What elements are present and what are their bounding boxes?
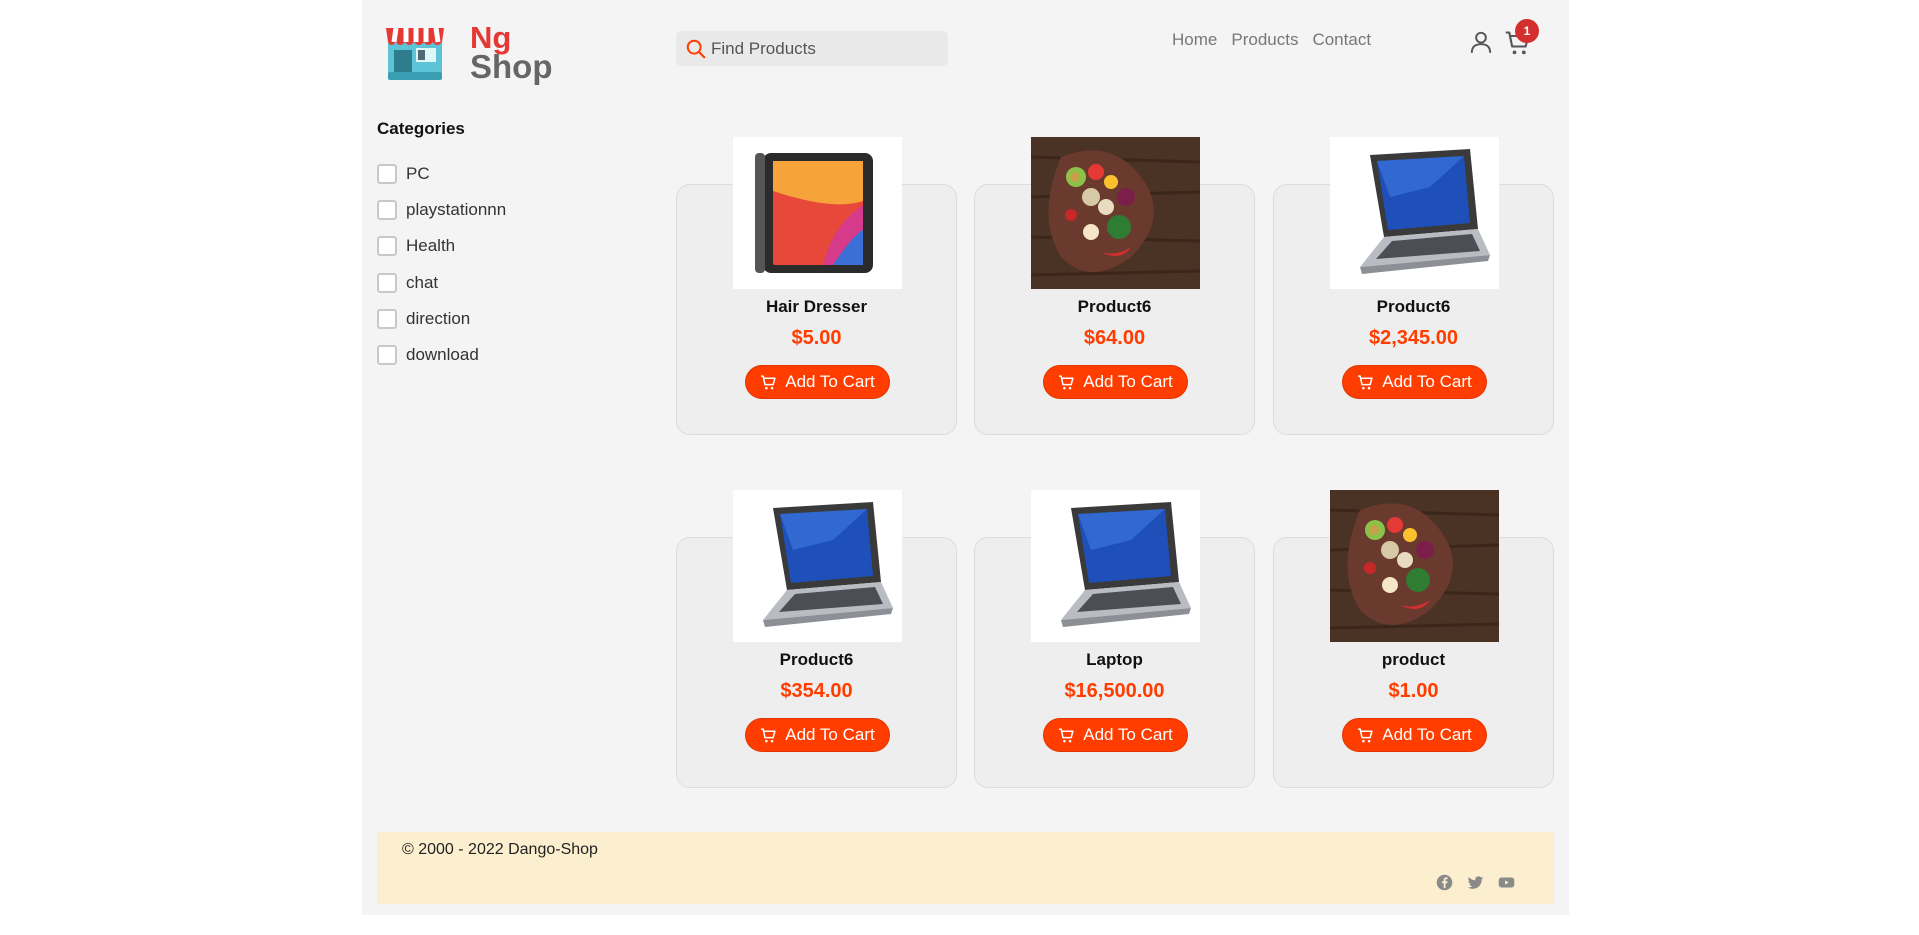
product-price: $16,500.00: [1064, 680, 1165, 702]
copyright-text: © 2000 - 2022 Dango-Shop: [402, 841, 598, 858]
main-nav: Home Products Contact: [1172, 30, 1371, 50]
category-checkbox[interactable]: [377, 308, 397, 329]
category-checkbox[interactable]: [377, 272, 397, 293]
laptop-image: [1061, 502, 1191, 627]
food-image: [1330, 490, 1499, 642]
tablet-image: [755, 153, 873, 273]
product-price: $2,345.00: [1369, 327, 1458, 349]
product-card[interactable]: Product6 $2,345.00 Add To Cart: [1273, 137, 1554, 435]
product-name: Product6: [779, 650, 854, 669]
category-label: chat: [406, 272, 439, 292]
product-card[interactable]: Product6 $354.00 Add To Cart: [676, 490, 957, 788]
search-icon[interactable]: [685, 38, 707, 60]
product-price: $5.00: [791, 327, 842, 349]
search-input[interactable]: [711, 38, 931, 59]
footer: © 2000 - 2022 Dango-Shop: [377, 832, 1554, 904]
add-to-cart-button[interactable]: Add To Cart: [1043, 365, 1188, 399]
facebook-icon[interactable]: [1436, 874, 1453, 891]
logo[interactable]: Ng Shop: [384, 18, 552, 86]
cart-icon: [1358, 374, 1373, 389]
add-to-cart-button[interactable]: Add To Cart: [1043, 718, 1188, 752]
nav-contact-link[interactable]: Contact: [1312, 30, 1371, 50]
product-name: Laptop: [1086, 650, 1143, 669]
product-image[interactable]: [733, 490, 902, 642]
cart-count-badge: 1: [1515, 19, 1539, 43]
add-to-cart-button[interactable]: Add To Cart: [745, 718, 890, 752]
category-list: PC playstationnn Health chat direction d…: [377, 156, 506, 373]
add-to-cart-button[interactable]: Add To Cart: [1342, 718, 1487, 752]
product-name: Product6: [1376, 297, 1451, 316]
product-image[interactable]: [1031, 490, 1200, 642]
category-item-health[interactable]: Health: [377, 228, 506, 264]
shop-logo-icon: [386, 27, 444, 80]
product-image[interactable]: [1330, 137, 1499, 289]
search-bar: [676, 31, 948, 66]
product-price: $1.00: [1388, 680, 1439, 702]
category-checkbox[interactable]: [377, 164, 397, 185]
page-container: Ng Shop Home Products Contact 1 Categori…: [362, 0, 1569, 915]
add-to-cart-label: Add To Cart: [1382, 725, 1472, 744]
add-to-cart-button[interactable]: Add To Cart: [745, 365, 890, 399]
add-to-cart-label: Add To Cart: [1083, 725, 1173, 744]
cart-icon: [1059, 374, 1074, 389]
category-checkbox[interactable]: [377, 236, 397, 257]
product-name: Hair Dresser: [765, 297, 868, 316]
logo-text-shop: Shop: [470, 48, 553, 85]
nav-products-link[interactable]: Products: [1231, 30, 1298, 50]
food-image: [1031, 137, 1200, 289]
category-item-pc[interactable]: PC: [377, 156, 506, 192]
add-to-cart-label: Add To Cart: [1382, 372, 1472, 391]
add-to-cart-label: Add To Cart: [785, 725, 875, 744]
nav-home-link[interactable]: Home: [1172, 30, 1217, 50]
product-image[interactable]: [1330, 490, 1499, 642]
add-to-cart-label: Add To Cart: [1083, 372, 1173, 391]
product-card[interactable]: Product6 $64.00 Add To Cart: [974, 137, 1255, 435]
cart-icon: [1059, 727, 1074, 742]
category-label: Health: [406, 236, 456, 256]
product-price: $64.00: [1083, 327, 1146, 349]
category-label: PC: [406, 164, 430, 184]
add-to-cart-button[interactable]: Add To Cart: [1342, 365, 1487, 399]
product-card[interactable]: product $1.00 Add To Cart: [1273, 490, 1554, 788]
social-links: [1436, 874, 1515, 891]
product-name: Product6: [1077, 297, 1152, 316]
categories-title: Categories: [377, 119, 465, 138]
product-card[interactable]: Hair Dresser $5.00 Add To Cart: [676, 137, 957, 435]
product-name: product: [1381, 650, 1446, 669]
twitter-icon[interactable]: [1467, 874, 1484, 891]
category-item-chat[interactable]: chat: [377, 265, 506, 301]
category-checkbox[interactable]: [377, 345, 397, 366]
laptop-image: [763, 502, 893, 627]
laptop-image: [1360, 149, 1490, 274]
product-image[interactable]: [1031, 137, 1200, 289]
product-card[interactable]: Laptop $16,500.00 Add To Cart: [974, 490, 1255, 788]
product-price: $354.00: [780, 680, 853, 702]
category-item-download[interactable]: download: [377, 337, 506, 373]
product-image[interactable]: [733, 137, 902, 289]
category-label: download: [406, 345, 479, 365]
category-item-playstationnn[interactable]: playstationnn: [377, 192, 506, 228]
cart-icon: [1358, 727, 1373, 742]
category-label: playstationnn: [406, 200, 507, 220]
user-icon[interactable]: [1468, 28, 1494, 56]
category-label: direction: [406, 308, 471, 328]
add-to-cart-label: Add To Cart: [785, 372, 875, 391]
category-item-direction[interactable]: direction: [377, 301, 506, 337]
category-checkbox[interactable]: [377, 200, 397, 221]
cart-icon: [761, 727, 776, 742]
youtube-icon[interactable]: [1498, 874, 1515, 891]
cart-icon: [761, 374, 776, 389]
